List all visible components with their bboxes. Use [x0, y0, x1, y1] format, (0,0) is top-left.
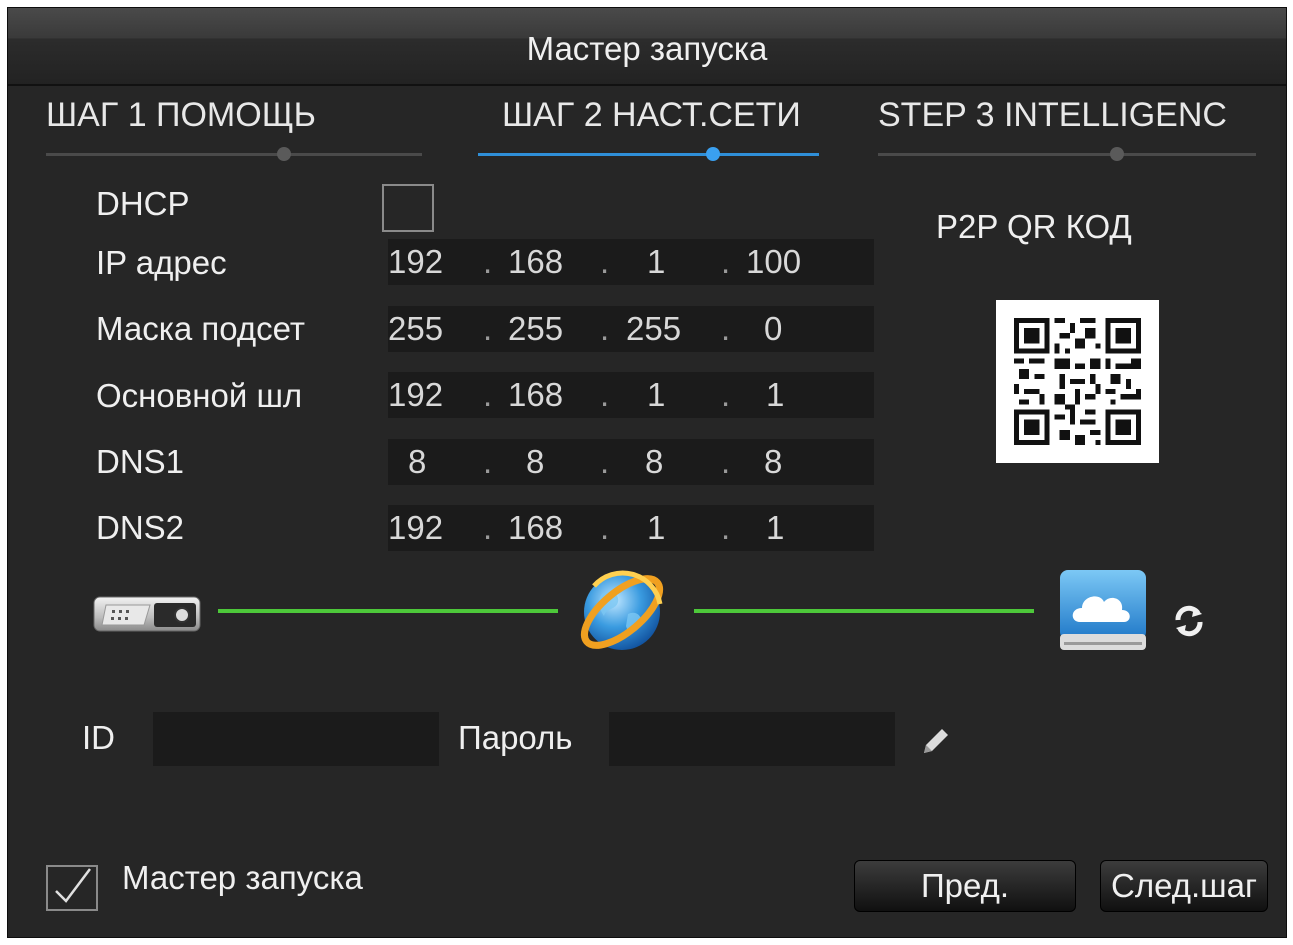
dns1-label: DNS1: [96, 443, 185, 480]
startup-wizard-checkbox[interactable]: [46, 865, 98, 911]
mask-octet-1[interactable]: 255: [388, 310, 443, 348]
dhcp-checkbox[interactable]: [382, 184, 434, 232]
ip-dot: .: [600, 243, 610, 280]
dns2-label: DNS2: [96, 509, 185, 546]
step-1-tab[interactable]: ШАГ 1 ПОМОЩЬ: [46, 96, 316, 135]
step-3-tab[interactable]: STEP 3 INTELLIGENC: [878, 96, 1227, 135]
p2p-qr-title: P2P QR КОД: [936, 208, 1132, 245]
gw-octet-3[interactable]: 1: [647, 376, 665, 414]
ip-dot: .: [721, 376, 731, 413]
ip-dot: .: [721, 310, 731, 347]
p2p-qr-code: [996, 300, 1159, 463]
mask-octet-3[interactable]: 255: [626, 310, 681, 348]
ip-address-input[interactable]: 192 . 168 . 1 . 100: [388, 239, 874, 285]
gateway-label: Основной шл: [96, 377, 303, 414]
window-title: Мастер запуска: [526, 30, 768, 67]
id-input[interactable]: [153, 712, 439, 766]
subnet-mask-label: Маска подсет: [96, 310, 306, 347]
dns1-octet-2[interactable]: 8: [526, 443, 544, 481]
step-2-tab[interactable]: ШАГ 2 НАСТ.СЕТИ: [502, 96, 801, 135]
gw-octet-4[interactable]: 1: [766, 376, 784, 414]
dns1-input[interactable]: 8 . 8 . 8 . 8: [388, 439, 874, 485]
dns1-octet-4[interactable]: 8: [764, 443, 782, 481]
ip-octet-1[interactable]: 192: [388, 243, 443, 281]
ip-dot: .: [600, 376, 610, 413]
ip-dot: .: [600, 443, 610, 480]
ip-dot: .: [483, 443, 493, 480]
refresh-icon[interactable]: [1172, 604, 1206, 638]
ip-dot: .: [600, 310, 610, 347]
ip-octet-3[interactable]: 1: [647, 243, 665, 281]
ip-address-label: IP адрес: [96, 244, 227, 281]
internet-globe-icon: [574, 564, 670, 656]
dns2-octet-2[interactable]: 168: [508, 509, 563, 547]
mask-octet-4[interactable]: 0: [764, 310, 782, 348]
dns2-octet-3[interactable]: 1: [647, 509, 665, 547]
pencil-icon[interactable]: [918, 723, 954, 759]
step-3-knob: [1110, 147, 1124, 161]
ip-dot: .: [483, 243, 493, 280]
ip-dot: .: [721, 509, 731, 546]
device-to-internet-link: [218, 609, 558, 613]
id-label: ID: [82, 719, 115, 756]
gw-octet-1[interactable]: 192: [388, 376, 443, 414]
ip-octet-4[interactable]: 100: [746, 243, 801, 281]
gateway-input[interactable]: 192 . 168 . 1 . 1: [388, 372, 874, 418]
step-2-progress: [478, 147, 819, 161]
step-2-knob: [706, 147, 720, 161]
next-step-button[interactable]: След.шаг: [1100, 860, 1268, 912]
ip-dot: .: [600, 509, 610, 546]
internet-to-cloud-link: [694, 609, 1034, 613]
startup-wizard-label: Мастер запуска: [122, 859, 363, 896]
dns1-octet-3[interactable]: 8: [645, 443, 663, 481]
step-3-progress: [878, 147, 1256, 161]
ip-dot: .: [483, 310, 493, 347]
step-1-knob: [277, 147, 291, 161]
dns1-octet-1[interactable]: 8: [408, 443, 426, 481]
ip-dot: .: [721, 243, 731, 280]
dhcp-label: DHCP: [96, 185, 190, 222]
check-mark-icon: [55, 868, 91, 903]
startup-wizard-window: Мастер запуска ШАГ 1 ПОМОЩЬ ШАГ 2 НАСТ.С…: [7, 7, 1287, 938]
ip-dot: .: [483, 509, 493, 546]
ip-octet-2[interactable]: 168: [508, 243, 563, 281]
dns2-octet-1[interactable]: 192: [388, 509, 443, 547]
password-label: Пароль: [458, 719, 573, 756]
ip-dot: .: [721, 443, 731, 480]
cloud-icon: [1058, 568, 1148, 654]
dvr-device-icon: [92, 591, 204, 635]
dns2-octet-4[interactable]: 1: [766, 509, 784, 547]
password-input[interactable]: [609, 712, 895, 766]
title-bar: Мастер запуска: [8, 8, 1286, 86]
dns2-input[interactable]: 192 . 168 . 1 . 1: [388, 505, 874, 551]
step-1-progress: [46, 147, 422, 161]
title-separator: [8, 84, 1286, 86]
gw-octet-2[interactable]: 168: [508, 376, 563, 414]
previous-button[interactable]: Пред.: [854, 860, 1076, 912]
subnet-mask-input[interactable]: 255 . 255 . 255 . 0: [388, 306, 874, 352]
mask-octet-2[interactable]: 255: [508, 310, 563, 348]
ip-dot: .: [483, 376, 493, 413]
